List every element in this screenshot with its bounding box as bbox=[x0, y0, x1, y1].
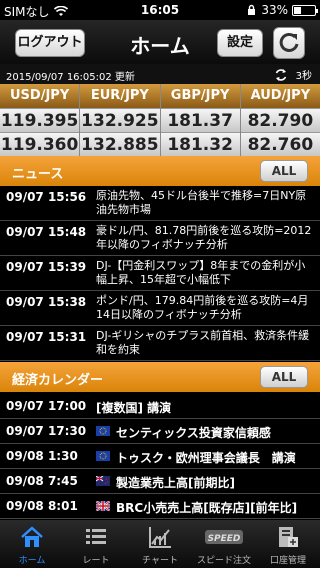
rate-pair: EUR/JPY bbox=[80, 84, 160, 108]
news-headline: ポンド/円、179.84円前後を巡る攻防=4月14日以降のフィボナッチ分析 bbox=[96, 294, 309, 321]
tab-rate[interactable]: レート bbox=[64, 520, 128, 568]
news-item[interactable]: 09/07 15:56 原油先物、45ドル台後半で推移=7日NY原油先物市場 bbox=[0, 186, 320, 221]
calendar-item[interactable]: 09/07 17:30 センティックス投資家信頼感 bbox=[0, 419, 320, 444]
refresh-icon bbox=[279, 32, 299, 52]
rate-audjpy[interactable]: AUD/JPY 82.790 82.760 bbox=[240, 84, 320, 156]
tab-label: ホーム bbox=[18, 556, 46, 566]
chart-icon bbox=[149, 527, 171, 548]
svg-text:SPEED: SPEED bbox=[208, 534, 241, 544]
calendar-time: 09/08 8:01 bbox=[6, 499, 78, 513]
news-headline: 原油先物、45ドル台後半で推移=7日NY原油先物市場 bbox=[96, 189, 307, 216]
tab-speed-order[interactable]: SPEED スピード注文 bbox=[192, 520, 256, 568]
tab-chart[interactable]: チャート bbox=[128, 520, 192, 568]
auto-refresh-icon[interactable] bbox=[274, 68, 288, 82]
calendar-event: BRC小売売上高[既存店][前年比] bbox=[116, 501, 298, 515]
news-time: 09/07 15:39 bbox=[6, 260, 87, 274]
news-headline: DJ-ギリシャのチプラス前首相、救済条件緩和を約束 bbox=[96, 329, 310, 356]
calendar-list: 09/07 17:00 [複数国] 講演 09/07 17:30 センティックス… bbox=[0, 394, 320, 519]
rate-ask: 181.32 bbox=[160, 132, 240, 156]
tab-account[interactable]: 口座管理 bbox=[256, 520, 320, 568]
news-time: 09/07 15:56 bbox=[6, 190, 87, 204]
rate-ask: 132.885 bbox=[80, 132, 160, 156]
home-icon bbox=[21, 526, 43, 547]
rate-gbpjpy[interactable]: GBP/JPY 181.37 181.32 bbox=[160, 84, 241, 156]
eu-flag-icon bbox=[96, 426, 110, 436]
tab-label: レート bbox=[82, 556, 110, 566]
page-title: ホーム bbox=[130, 34, 190, 58]
status-bar: SIMなし 16:05 33% bbox=[0, 0, 320, 20]
rate-eurjpy[interactable]: EUR/JPY 132.925 132.885 bbox=[80, 84, 161, 156]
tab-label: 口座管理 bbox=[269, 556, 306, 566]
news-title: ニュース bbox=[12, 167, 64, 182]
calendar-item[interactable]: 09/08 1:30 トゥスク・欧州理事会議長 講演 bbox=[0, 444, 320, 469]
rate-ask: 82.760 bbox=[240, 132, 320, 156]
account-icon bbox=[279, 527, 298, 547]
news-item[interactable]: 09/07 15:48 豪ドル/円、81.78円前後を巡る攻防=2012年以降の… bbox=[0, 221, 320, 256]
list-icon bbox=[86, 529, 106, 544]
news-all-button[interactable]: ALL bbox=[260, 160, 308, 182]
uk-flag-icon bbox=[96, 501, 110, 511]
update-timestamp: 2015/09/07 16:05:02 更新 bbox=[6, 72, 135, 83]
calendar-title: 経済カレンダー bbox=[12, 373, 104, 388]
calendar-event: トゥスク・欧州理事会議長 講演 bbox=[116, 451, 296, 465]
news-item[interactable]: 09/07 15:39 DJ-【円金利スワップ】8年までの金利が小幅上昇、15年… bbox=[0, 256, 320, 291]
calendar-item[interactable]: 09/08 8:01 BRC小売売上高[既存店][前年比] bbox=[0, 494, 320, 519]
tab-label: スピード注文 bbox=[196, 556, 251, 566]
calendar-time: 09/08 1:30 bbox=[6, 449, 78, 463]
calendar-time: 09/08 7:45 bbox=[6, 474, 78, 488]
calendar-header: 経済カレンダー ALL bbox=[0, 362, 320, 392]
rate-ask: 119.360 bbox=[0, 132, 80, 156]
rates-board: USD/JPY 119.395 119.360 EUR/JPY 132.925 … bbox=[0, 84, 320, 156]
tab-home[interactable]: ホーム bbox=[0, 520, 64, 568]
refresh-button[interactable] bbox=[273, 27, 305, 59]
speed-icon: SPEED bbox=[205, 530, 243, 544]
battery-percent: 33% bbox=[261, 3, 288, 17]
rate-pair: AUD/JPY bbox=[240, 84, 320, 108]
settings-button[interactable]: 設定 bbox=[217, 29, 263, 57]
update-interval: 3秒 bbox=[274, 67, 312, 82]
logout-button[interactable]: ログアウト bbox=[15, 29, 85, 57]
rate-usdjpy[interactable]: USD/JPY 119.395 119.360 bbox=[0, 84, 81, 156]
eu-flag-icon bbox=[96, 451, 110, 461]
calendar-all-button[interactable]: ALL bbox=[260, 366, 308, 388]
news-headline: 豪ドル/円、81.78円前後を巡る攻防=2012年以降のフィボナッチ分析 bbox=[96, 224, 312, 251]
rate-pair: GBP/JPY bbox=[160, 84, 240, 108]
battery-icon bbox=[292, 4, 318, 16]
news-time: 09/07 15:31 bbox=[6, 330, 87, 344]
calendar-event: センティックス投資家信頼感 bbox=[116, 426, 271, 440]
rate-bid: 132.925 bbox=[80, 108, 160, 132]
nav-bar: ログアウト ホーム 設定 bbox=[0, 20, 320, 64]
refresh-interval: 3秒 bbox=[295, 71, 312, 82]
rate-bid: 119.395 bbox=[0, 108, 80, 132]
calendar-time: 09/07 17:00 bbox=[6, 399, 87, 413]
news-list: 09/07 15:56 原油先物、45ドル台後半で推移=7日NY原油先物市場 0… bbox=[0, 186, 320, 361]
news-time: 09/07 15:48 bbox=[6, 225, 87, 239]
tab-label: チャート bbox=[142, 556, 178, 566]
news-item[interactable]: 09/07 15:31 DJ-ギリシャのチプラス前首相、救済条件緩和を約束 bbox=[0, 326, 320, 361]
nz-flag-icon bbox=[96, 476, 110, 486]
news-header: ニュース ALL bbox=[0, 156, 320, 186]
update-bar: 2015/09/07 16:05:02 更新 3秒 bbox=[0, 64, 320, 84]
calendar-event: 製造業売上高[前期比] bbox=[116, 476, 235, 490]
news-headline: DJ-【円金利スワップ】8年までの金利が小幅上昇、15年超で小幅低下 bbox=[96, 259, 306, 286]
news-item[interactable]: 09/07 15:38 ポンド/円、179.84円前後を巡る攻防=4月14日以降… bbox=[0, 291, 320, 326]
rate-bid: 82.790 bbox=[240, 108, 320, 132]
tab-bar: ホーム レート チャート SPEED スピード注文 口座管理 bbox=[0, 520, 320, 568]
rotation-lock-icon bbox=[248, 4, 256, 15]
news-time: 09/07 15:38 bbox=[6, 295, 87, 309]
calendar-time: 09/07 17:30 bbox=[6, 424, 87, 438]
calendar-item[interactable]: 09/08 7:45 製造業売上高[前期比] bbox=[0, 469, 320, 494]
rate-bid: 181.37 bbox=[160, 108, 240, 132]
calendar-event: [複数国] 講演 bbox=[96, 401, 172, 415]
status-right: 33% bbox=[246, 3, 318, 17]
calendar-item[interactable]: 09/07 17:00 [複数国] 講演 bbox=[0, 394, 320, 419]
rate-pair: USD/JPY bbox=[0, 84, 80, 108]
